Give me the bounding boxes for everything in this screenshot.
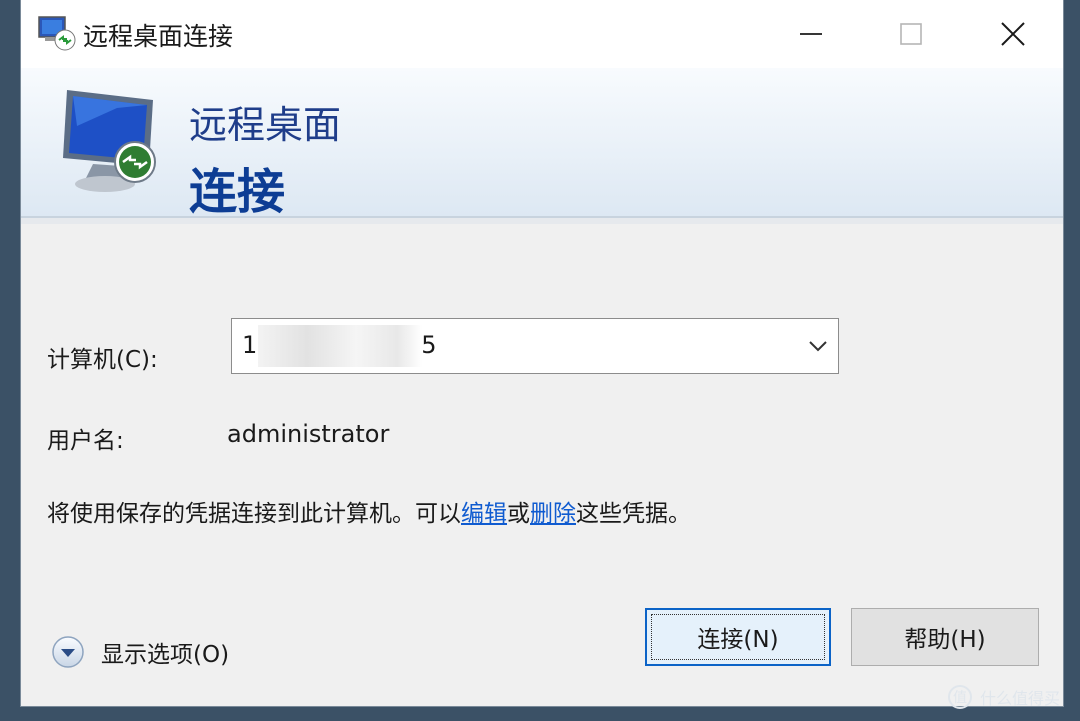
monitor-connection-icon bbox=[63, 90, 156, 192]
show-options-toggle[interactable]: 显示选项(O) bbox=[51, 632, 229, 672]
watermark-logo: 值 bbox=[948, 685, 972, 709]
delete-credentials-link[interactable]: 删除 bbox=[530, 501, 576, 527]
header-banner: 远程桌面 连接 bbox=[21, 68, 1063, 220]
minimize-button[interactable] bbox=[769, 0, 853, 68]
credentials-info-suffix: 这些凭据。 bbox=[576, 501, 691, 527]
show-options-label: 显示选项(O) bbox=[101, 642, 230, 668]
computer-value-start: 1 bbox=[242, 331, 258, 359]
remote-desktop-window: 远程桌面连接 远程桌面 连接 计算机(C): 1 5 用户名: administ… bbox=[20, 0, 1064, 707]
credentials-info: 将使用保存的凭据连接到此计算机。可以编辑或删除这些凭据。 bbox=[47, 494, 691, 528]
computer-combobox[interactable]: 15 bbox=[231, 318, 839, 374]
expand-circle-icon bbox=[52, 636, 84, 668]
window-title: 远程桌面连接 bbox=[83, 22, 234, 51]
computer-label: 计算机(C): bbox=[47, 347, 158, 373]
banner-title-line2: 连接 bbox=[189, 164, 286, 220]
maximize-button[interactable] bbox=[869, 0, 953, 68]
banner-divider-shadow bbox=[21, 218, 1063, 224]
help-button[interactable]: 帮助(H) bbox=[851, 608, 1039, 666]
banner-title-line1: 远程桌面 bbox=[189, 103, 342, 147]
close-button[interactable] bbox=[971, 0, 1055, 68]
credentials-info-middle: 或 bbox=[507, 501, 530, 527]
close-icon bbox=[1001, 22, 1025, 46]
site-watermark: 值 什么值得买 bbox=[948, 684, 1060, 710]
title-bar[interactable]: 远程桌面连接 bbox=[21, 0, 1063, 68]
edit-credentials-link[interactable]: 编辑 bbox=[461, 501, 507, 527]
username-label: 用户名: bbox=[47, 428, 124, 454]
redacted-address-mask bbox=[258, 325, 422, 367]
username-value: administrator bbox=[227, 420, 390, 448]
chevron-down-icon[interactable] bbox=[806, 335, 830, 357]
credentials-info-prefix: 将使用保存的凭据连接到此计算机。可以 bbox=[47, 501, 461, 527]
connect-button[interactable]: 连接(N) bbox=[645, 608, 831, 666]
maximize-icon bbox=[900, 23, 922, 45]
minimize-icon bbox=[800, 33, 822, 35]
watermark-text: 什么值得买 bbox=[980, 689, 1061, 708]
remote-desktop-app-icon bbox=[38, 16, 76, 51]
computer-value-end: 5 bbox=[421, 331, 437, 359]
